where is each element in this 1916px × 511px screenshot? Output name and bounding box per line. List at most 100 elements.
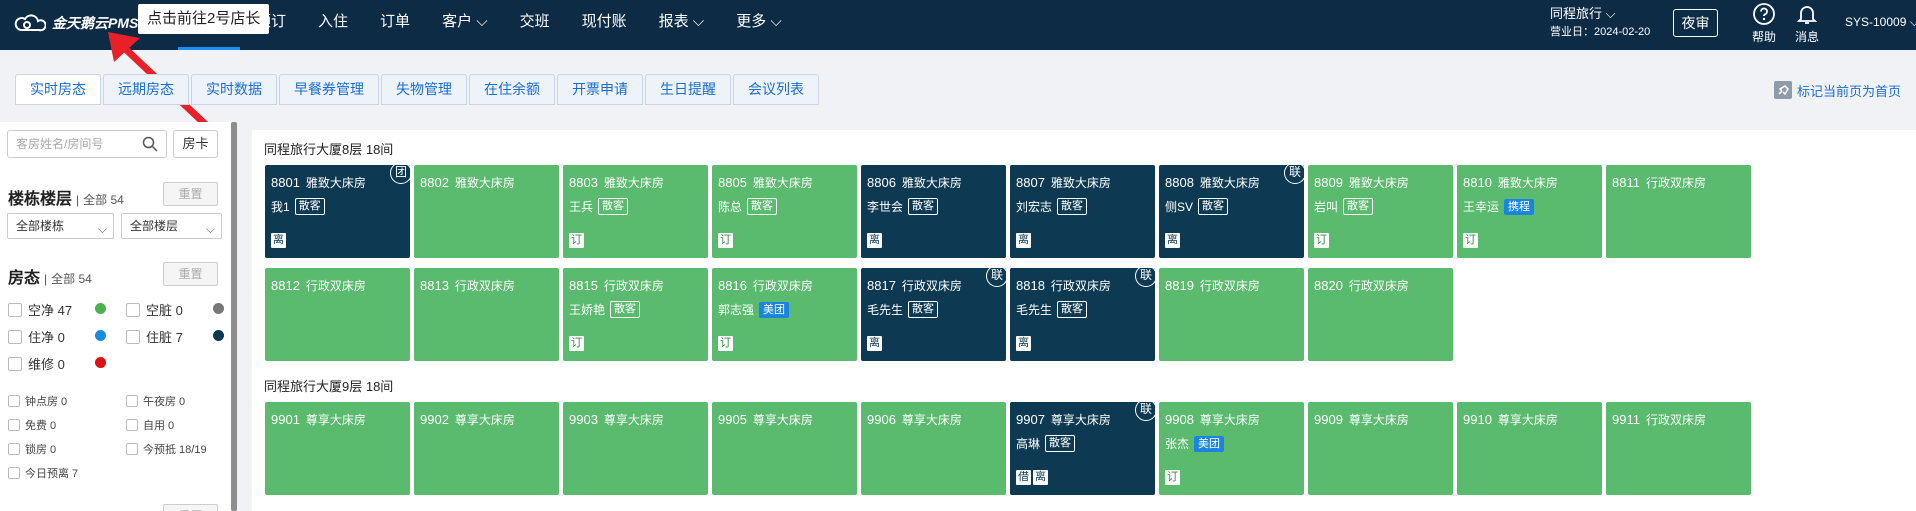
room-card[interactable]: 8812 行政双床房 [265,268,410,361]
room-card[interactable]: 8808 雅致大床房 侧SV 散客离 联 [1159,165,1304,258]
messages-button[interactable]: 消息 [1789,2,1825,45]
flag-filter[interactable]: 自用 0 [126,417,174,433]
room-card[interactable]: 9905 尊享大床房 [712,402,857,495]
room-card[interactable]: 8806 雅致大床房 李世会 散客离 [861,165,1006,258]
room-card[interactable]: 8803 雅致大床房 王兵 散客订 [563,165,708,258]
nav-item[interactable]: 更多 ⌵ [720,0,798,50]
room-card[interactable]: 8811 行政双床房 [1606,165,1751,258]
flag-filter[interactable]: 午夜房 0 [126,393,185,409]
room-card[interactable]: 9910 尊享大床房 [1457,402,1602,495]
tab-item[interactable]: 失物管理 [381,74,467,105]
room-card[interactable]: 9906 尊享大床房 [861,402,1006,495]
channel-tag: 散客 [1057,198,1088,215]
room-header: 9906 尊享大床房 [867,411,962,428]
bookmark-homepage[interactable]: 标记当前页为首页 [1773,80,1901,100]
tab-item[interactable]: 开票申请 [557,74,643,105]
user-menu[interactable]: SYS-10009 ⌵ [1845,15,1916,30]
flag-checkbox[interactable] [8,419,20,431]
room-card[interactable]: 8807 雅致大床房 刘宏志 散客离 [1010,165,1155,258]
tab-item[interactable]: 早餐券管理 [279,74,379,105]
status-checkbox[interactable] [126,329,140,344]
room-card[interactable]: 9911 行政双床房 [1606,402,1751,495]
night-audit-button[interactable]: 夜审 [1673,9,1718,37]
help-button[interactable]: 帮助 [1746,2,1782,45]
search-icon[interactable] [142,136,158,152]
flag-filter[interactable]: 今预抵 18/19 [126,441,207,457]
room-header: 9902 尊享大床房 [420,411,515,428]
search-input[interactable] [8,131,128,157]
tab-item[interactable]: 生日提醒 [645,74,731,105]
sidebar-scrollbar[interactable] [231,122,237,511]
tab-item[interactable]: 远期房态 [103,74,189,105]
room-card[interactable]: 8809 雅致大床房 岩叫 散客订 [1308,165,1453,258]
room-badge: 团 [390,165,410,184]
room-card[interactable]: 9908 尊享大床房 张杰 美团订 [1159,402,1304,495]
room-number: 9909 [1314,412,1343,427]
flag-filter[interactable]: 钟点房 0 [8,393,67,409]
room-card[interactable]: 8816 行政双床房 郭志强 美团订 [712,268,857,361]
hotel-switcher[interactable]: 同程旅行 ⌵ 营业日：2024-02-20 [1550,5,1650,41]
floor-select[interactable]: 全部楼层 ⌵ [121,213,222,239]
flag-checkbox[interactable] [8,395,20,407]
status-reset-button[interactable]: 重置 [163,262,218,286]
guest-name: 张杰 [1165,437,1190,451]
room-card[interactable]: 8817 行政双床房 毛先生 散客离 联 [861,268,1006,361]
channel-tag: 散客 [747,198,778,215]
nav-item[interactable]: 客户 ⌵ [426,0,504,50]
status-checkbox[interactable] [126,302,140,317]
nav-item[interactable]: 入住 [302,0,364,50]
status-checkbox[interactable] [8,329,22,344]
room-type-reset-button[interactable]: 重置 [163,504,218,511]
guest-room-search[interactable] [7,130,167,158]
flag-filter[interactable]: 免费 0 [8,417,56,433]
flag-checkbox[interactable] [126,419,138,431]
flag-checkbox[interactable] [126,395,138,407]
flag-filter[interactable]: 锁房 0 [8,441,56,457]
flag-filter[interactable]: 今日预离 7 [8,465,78,481]
room-card-button[interactable]: 房卡 [173,130,218,158]
status-filter[interactable]: 维修 0 [8,354,65,373]
status-checkbox[interactable] [8,302,22,317]
building-reset-button[interactable]: 重置 [163,182,218,206]
room-card[interactable]: 9907 尊享大床房 高琳 散客借离 联 [1010,402,1155,495]
room-card[interactable]: 9903 尊享大床房 [563,402,708,495]
nav-item[interactable]: 报表 ⌵ [643,0,721,50]
status-filter[interactable]: 空脏 0 [126,300,183,319]
building-floor-title: 楼栋楼层 | 全部 54 [8,185,124,209]
tab-item[interactable]: 实时数据 [191,74,277,105]
room-header: 9908 尊享大床房 [1165,411,1260,428]
nav-item[interactable]: 订单 [364,0,426,50]
room-card[interactable]: 9909 尊享大床房 [1308,402,1453,495]
status-filter[interactable]: 住净 0 [8,327,65,346]
building-count: 全部 54 [83,193,124,207]
room-card[interactable]: 8818 行政双床房 毛先生 散客离 联 [1010,268,1155,361]
status-label: 空净 47 [28,303,73,318]
room-card[interactable]: 8810 雅致大床房 王幸运 携程订 [1457,165,1602,258]
hotel-name[interactable]: 同程旅行 ⌵ [1550,5,1650,23]
room-card[interactable]: 8820 行政双床房 [1308,268,1453,361]
flag-checkbox[interactable] [8,443,20,455]
status-count-sep: | [44,272,48,286]
room-card[interactable]: 8805 雅致大床房 陈总 散客订 [712,165,857,258]
tab-item[interactable]: 会议列表 [733,74,819,105]
room-card[interactable]: 8815 行政双床房 王娇艳 散客订 [563,268,708,361]
tab-item[interactable]: 实时房态 [15,74,101,105]
status-filter[interactable]: 空净 47 [8,300,72,319]
tab-item[interactable]: 在住余额 [469,74,555,105]
nav-item[interactable]: 交班 [504,0,566,50]
room-card[interactable]: 9901 尊享大床房 [265,402,410,495]
nav-item[interactable]: 现付账 [566,0,643,50]
room-card[interactable]: 8802 雅致大床房 [414,165,559,258]
status-filter[interactable]: 住脏 7 [126,327,183,346]
room-card[interactable]: 8813 行政双床房 [414,268,559,361]
room-card[interactable]: 8801 雅致大床房 我1 散客离 团 [265,165,410,258]
flag-checkbox[interactable] [8,467,20,479]
room-card[interactable]: 8819 行政双床房 [1159,268,1304,361]
room-header: 8810 雅致大床房 [1463,174,1558,191]
status-checkbox[interactable] [8,356,22,371]
room-type: 行政双床房 [901,279,962,293]
room-card[interactable]: 9902 尊享大床房 [414,402,559,495]
room-type: 行政双床房 [752,279,813,293]
flag-checkbox[interactable] [126,443,138,455]
building-select[interactable]: 全部楼栋 ⌵ [7,213,114,239]
